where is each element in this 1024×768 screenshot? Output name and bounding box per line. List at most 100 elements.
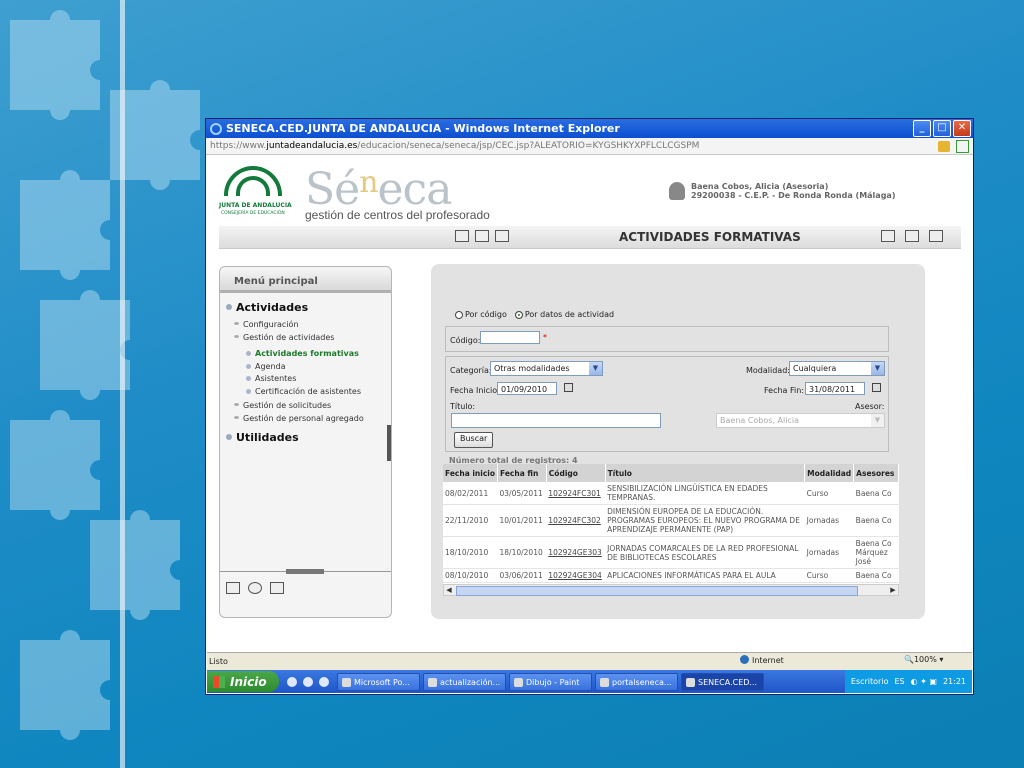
col-asesores[interactable]: Asesores <box>853 464 899 482</box>
search-icon[interactable] <box>248 582 262 594</box>
calendar-icon[interactable] <box>564 383 573 392</box>
zoom-level[interactable]: 🔍100% ▾ <box>904 655 943 664</box>
scroll-thumb[interactable] <box>456 586 858 596</box>
titulo-input[interactable] <box>451 413 661 428</box>
scroll-left-icon[interactable]: ◀ <box>444 585 454 595</box>
tools-icon[interactable] <box>270 582 284 594</box>
calendar-icon[interactable] <box>872 383 881 392</box>
chevron-down-icon[interactable]: ▼ <box>871 414 884 427</box>
radio-por-datos[interactable]: Por datos de actividad <box>514 310 614 319</box>
address-domain: juntadeandalucia.es <box>266 141 358 151</box>
task-portalseneca[interactable]: portalseneca... <box>595 672 678 691</box>
consejeria-text: CONSEJERÍA DE EDUCACIÓN <box>221 211 285 216</box>
menu-item-actividades-formativas[interactable]: Actividades formativas <box>246 349 359 358</box>
start-button[interactable]: Inicio <box>207 671 279 692</box>
cell-codigo-link[interactable]: 102924GE303 <box>546 536 606 569</box>
task-actualizacion[interactable]: actualización... <box>423 672 506 691</box>
cell-modalidad: Curso <box>804 482 854 505</box>
horizontal-scrollbar[interactable]: ◀ ▶ <box>443 584 899 596</box>
col-fecha-fin[interactable]: Fecha fin <box>497 464 547 482</box>
folder-icon[interactable] <box>226 582 240 594</box>
modalidad-label: Modalidad: <box>746 366 790 375</box>
menu-item-gestion-personal[interactable]: Gestión de personal agregado <box>234 414 364 423</box>
exit-icon[interactable] <box>929 230 943 242</box>
task-powerpoint[interactable]: Microsoft Po... <box>337 672 420 691</box>
computer-icon[interactable] <box>455 230 469 242</box>
menu-item-certificacion[interactable]: Certificación de asistentes <box>246 387 361 396</box>
menu-item-asistentes[interactable]: Asistentes <box>246 374 296 383</box>
cell-codigo-link[interactable]: 102924GE304 <box>546 568 606 583</box>
page-icon[interactable] <box>956 139 969 153</box>
mail-icon[interactable] <box>495 230 509 242</box>
cell-modalidad: Curso <box>804 568 854 583</box>
table-header-row: Fecha inicio Fecha fin Código Título Mod… <box>443 464 899 482</box>
modalidad-select[interactable]: Cualquiera ▼ <box>789 361 885 376</box>
fecha-inicio-input[interactable]: 01/09/2010 <box>497 382 557 395</box>
page-title: ACTIVIDADES FORMATIVAS <box>619 230 801 244</box>
escritorio-toolbar[interactable]: Escritorio <box>851 677 889 686</box>
menu-item-gestion-solicitudes[interactable]: Gestión de solicitudes <box>234 401 331 410</box>
lock-icon[interactable] <box>938 140 950 152</box>
user-info: Baena Cobos, Alicia (Asesoria) 29200038 -… <box>669 182 895 200</box>
codigo-input[interactable] <box>480 331 540 344</box>
radio-por-codigo[interactable]: Por código <box>455 310 507 319</box>
zoom-value: 100% <box>913 655 937 664</box>
menu-footer-grip[interactable] <box>286 569 324 574</box>
menu-item-actividades[interactable]: Actividades <box>226 301 308 314</box>
junta-logo-text: JUNTA DE ANDALUCIA <box>219 202 292 209</box>
radio-datos-icon[interactable] <box>514 311 523 319</box>
col-codigo[interactable]: Código <box>546 464 606 482</box>
cell-codigo-link[interactable]: 102924FC301 <box>546 482 606 505</box>
cell-codigo-link[interactable]: 102924FC302 <box>546 504 606 537</box>
col-modalidad[interactable]: Modalidad <box>804 464 855 482</box>
chevron-down-icon[interactable]: ▼ <box>871 362 884 375</box>
junta-logo: JUNTA DE ANDALUCIA CONSEJERÍA DE EDUCACI… <box>219 164 292 224</box>
globe-icon <box>740 655 749 664</box>
modalidad-value: Cualquiera <box>793 364 837 373</box>
address-bar[interactable]: https://www. juntadeandalucia.es/educacio… <box>206 138 973 155</box>
language-indicator[interactable]: ES <box>894 677 904 686</box>
window-titlebar[interactable]: SENECA.CED.JUNTA DE ANDALUCIA - Windows … <box>206 119 973 138</box>
cell-fecha-fin: 03/06/2011 <box>497 568 547 583</box>
task-seneca[interactable]: SENECA.CED... <box>681 672 764 691</box>
col-fecha-inicio[interactable]: Fecha inicio <box>443 464 499 482</box>
menu-resize-handle[interactable] <box>387 425 391 461</box>
menu-item-utilidades[interactable]: Utilidades <box>226 431 299 444</box>
tray-icons[interactable]: ◐ ✦ ▣ <box>911 677 937 686</box>
monitor-icon[interactable] <box>475 230 489 242</box>
fecha-fin-label: Fecha Fin: <box>764 386 805 395</box>
col-titulo[interactable]: Título <box>605 464 806 482</box>
minimize-button[interactable]: _ <box>913 120 931 137</box>
quick-launch-icon[interactable] <box>287 676 297 687</box>
close-button[interactable]: ✕ <box>953 120 971 137</box>
asesor-value: Baena Cobos, Alicia <box>720 416 799 425</box>
user-center: 29200038 - C.E.P. - De Ronda Ronda (Mála… <box>691 191 896 200</box>
table-row: 18/10/2010 18/10/2010 102924GE303 JORNAD… <box>443 536 899 569</box>
buscar-button[interactable]: Buscar <box>454 432 494 448</box>
security-zone[interactable]: Internet <box>740 655 784 665</box>
radio-codigo-icon[interactable] <box>455 311 463 319</box>
ie-icon <box>210 122 222 135</box>
cell-fecha-fin: 03/05/2011 <box>497 482 547 505</box>
chevron-down-icon[interactable]: ▼ <box>589 362 602 375</box>
titulo-label: Título: <box>450 402 476 411</box>
cell-asesor: Baena Co <box>853 504 899 537</box>
windows-icon[interactable] <box>905 230 919 242</box>
task-paint[interactable]: Dibujo - Paint <box>509 672 592 691</box>
table-row: 08/02/2011 03/05/2011 102924FC301 SENSIB… <box>443 482 899 505</box>
categoria-select[interactable]: Otras modalidades ▼ <box>490 361 603 376</box>
quick-launch-icon[interactable] <box>319 676 329 687</box>
asesor-select[interactable]: Baena Cobos, Alicia ▼ <box>716 413 885 428</box>
results-table: Fecha inicio Fecha fin Código Título Mod… <box>443 464 899 584</box>
ie-quick-icon[interactable] <box>303 676 313 687</box>
maximize-button[interactable]: □ <box>933 120 951 137</box>
notes-icon[interactable] <box>881 230 895 242</box>
search-panel: Por código Por datos de actividad Código… <box>431 264 925 619</box>
menu-item-gestion-actividades[interactable]: Gestión de actividades <box>234 333 334 342</box>
menu-item-configuracion[interactable]: Configuración <box>234 320 299 329</box>
address-prefix: https://www. <box>210 141 267 151</box>
cell-titulo: JORNADAS COMARCALES DE LA RED PROFESIONA… <box>605 536 805 569</box>
fecha-fin-input[interactable]: 31/08/2011 <box>805 382 865 395</box>
scroll-right-icon[interactable]: ▶ <box>888 585 898 595</box>
menu-item-agenda[interactable]: Agenda <box>246 362 286 371</box>
